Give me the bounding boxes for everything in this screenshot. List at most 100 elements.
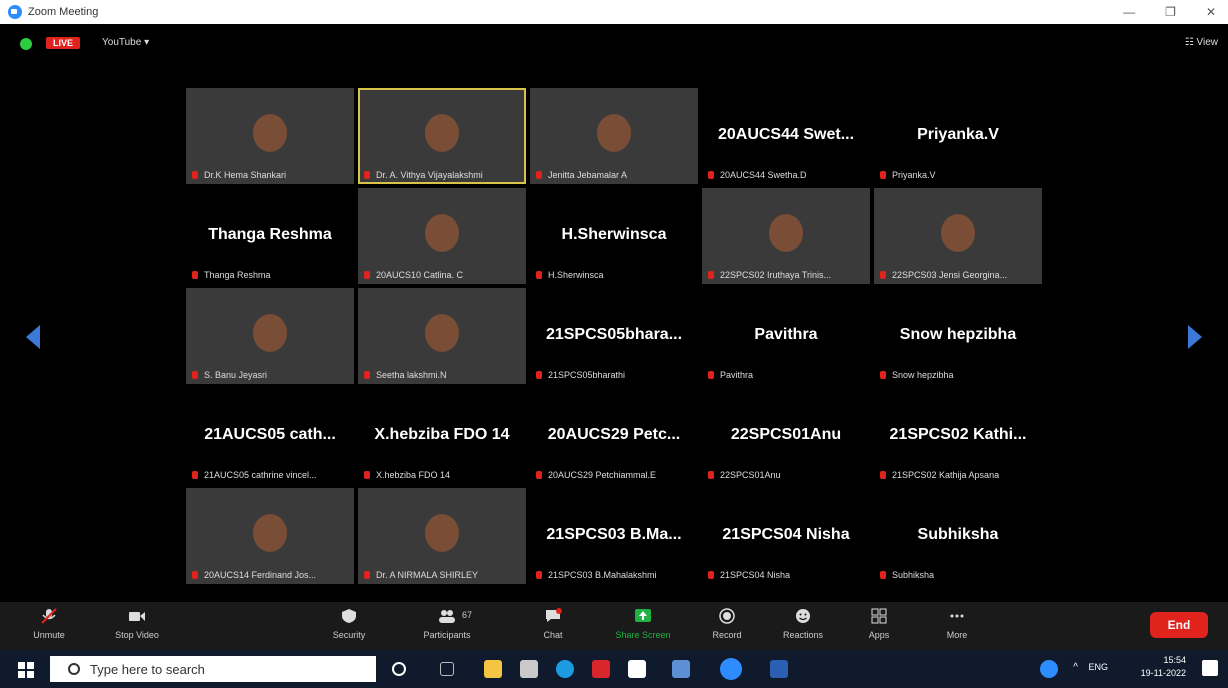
participant-name: 22SPCS03 Jensi Georgina... — [892, 270, 1008, 280]
taskbar-search-box[interactable]: Type here to search — [50, 656, 376, 682]
participant-tile[interactable]: X.hebziba FDO 14 X.hebziba FDO 14 — [358, 388, 526, 484]
more-button[interactable]: More — [922, 606, 992, 646]
zoom-taskbar-icon[interactable] — [720, 658, 742, 680]
muted-mic-icon — [536, 271, 542, 279]
apps-label: Apps — [868, 630, 890, 640]
participant-name: Pavithra — [720, 370, 754, 380]
participant-tile[interactable]: Thanga Reshma Thanga Reshma — [186, 188, 354, 284]
acrobat-icon[interactable] — [592, 660, 610, 678]
participant-display-name: H.Sherwinsca — [561, 226, 667, 243]
participant-tile[interactable]: Dr. A. Vithya Vijayalakshmi — [358, 88, 526, 184]
participant-tile[interactable]: Pavithra Pavithra — [702, 288, 870, 384]
participant-tile[interactable]: H.Sherwinsca H.Sherwinsca — [530, 188, 698, 284]
participant-name: Seetha lakshmi.N — [376, 370, 447, 380]
minimize-button[interactable]: — — [1123, 5, 1135, 19]
participant-tile[interactable]: Snow hepzibha Snow hepzibha — [874, 288, 1042, 384]
live-badge[interactable]: LIVE — [46, 37, 81, 49]
participant-tile[interactable]: 21SPCS05bhara... 21SPCS05bharathi — [530, 288, 698, 384]
participants-label: Participants — [423, 630, 471, 640]
participant-name-label: 21SPCS04 Nisha — [708, 570, 790, 580]
record-button[interactable]: Record — [692, 606, 762, 646]
security-button[interactable]: Security — [314, 606, 384, 646]
participant-tile[interactable]: 20AUCS29 Petc... 20AUCS29 Petchiammal.E — [530, 388, 698, 484]
participant-name-label: 22SPCS02 Iruthaya Trinis... — [708, 270, 831, 280]
next-page-arrow-icon[interactable] — [1188, 325, 1202, 349]
participant-tile[interactable]: Subhiksha Subhiksha — [874, 488, 1042, 584]
windows-start-icon[interactable] — [18, 662, 34, 678]
muted-mic-icon — [364, 171, 370, 179]
tray-expand-icon[interactable]: ^ — [1073, 662, 1078, 673]
participant-tile[interactable]: 21SPCS02 Kathi... 21SPCS02 Kathija Apsana — [874, 388, 1042, 484]
participant-name: H.Sherwinsca — [548, 270, 604, 280]
store-app-icon[interactable] — [520, 660, 538, 678]
participant-display-name: 21AUCS05 cath... — [204, 426, 336, 443]
participant-name: 21SPCS02 Kathija Apsana — [892, 470, 1000, 480]
participant-video — [425, 214, 459, 252]
participant-name-label: Subhiksha — [880, 570, 934, 580]
participant-name: 21SPCS04 Nisha — [720, 570, 791, 580]
participant-tile[interactable]: 20AUCS10 Catlina. C — [358, 188, 526, 284]
muted-mic-icon — [536, 371, 542, 379]
participant-display-name: 21SPCS02 Kathi... — [889, 426, 1027, 443]
muted-mic-icon — [708, 471, 714, 479]
participant-tile[interactable]: 20AUCS14 Ferdinand Jos... — [186, 488, 354, 584]
participant-name-label: 21SPCS03 B.Mahalakshmi — [536, 570, 657, 580]
participant-tile[interactable]: 22SPCS02 Iruthaya Trinis... — [702, 188, 870, 284]
participant-name-label: 21AUCS05 cathrine vincel... — [192, 470, 317, 480]
reactions-button[interactable]: Reactions — [768, 606, 838, 646]
participant-tile[interactable]: Dr.K Hema Shankari — [186, 88, 354, 184]
participant-tile[interactable]: 21AUCS05 cath... 21AUCS05 cathrine vincel… — [186, 388, 354, 484]
word-icon[interactable] — [770, 660, 788, 678]
participant-tile[interactable]: Jenitta Jebamalar A — [530, 88, 698, 184]
share-screen-button[interactable]: Share Screen — [608, 606, 678, 646]
taskbar-clock[interactable]: 15:54 19-11-2022 — [1141, 654, 1186, 680]
end-meeting-button[interactable]: End — [1150, 612, 1208, 638]
participant-display-name: 21SPCS03 B.Ma... — [546, 526, 682, 543]
participant-name-label: Dr. A NIRMALA SHIRLEY — [364, 570, 478, 580]
participant-tile[interactable]: 22SPCS01Anu 22SPCS01Anu — [702, 388, 870, 484]
share-screen-label: Share Screen — [615, 630, 671, 640]
apps-button[interactable]: Apps — [844, 606, 914, 646]
muted-mic-icon — [364, 271, 370, 279]
livestream-dropdown[interactable]: YouTube ▾ — [102, 37, 149, 48]
notification-icon[interactable] — [1202, 660, 1218, 676]
participant-tile[interactable]: 22SPCS03 Jensi Georgina... — [874, 188, 1042, 284]
muted-mic-icon — [192, 171, 198, 179]
muted-mic-icon — [708, 271, 714, 279]
restore-button[interactable]: ❐ — [1165, 5, 1176, 19]
participant-name-label: Jenitta Jebamalar A — [536, 170, 627, 180]
network-globe-icon[interactable] — [1040, 660, 1058, 678]
close-button[interactable]: ✕ — [1206, 5, 1216, 19]
task-view-icon[interactable] — [440, 662, 454, 676]
muted-mic-icon — [708, 171, 714, 179]
edge-browser-icon[interactable] — [556, 660, 574, 678]
participant-name-label: X.hebziba FDO 14 — [364, 470, 450, 480]
participant-name: 21SPCS03 B.Mahalakshmi — [548, 570, 657, 580]
cortana-icon[interactable] — [392, 662, 406, 676]
participant-tile[interactable]: 20AUCS44 Swet... 20AUCS44 Swetha.D — [702, 88, 870, 184]
unmute-button[interactable]: Unmute — [14, 606, 84, 646]
security-shield-icon[interactable] — [20, 38, 32, 50]
participant-video — [425, 114, 459, 152]
chat-button[interactable]: Chat — [518, 606, 588, 646]
muted-mic-icon — [192, 271, 198, 279]
notepad-icon[interactable] — [672, 660, 690, 678]
ms-store-icon[interactable] — [628, 660, 646, 678]
view-button[interactable]: ☷ View — [1185, 37, 1218, 48]
muted-mic-icon — [364, 371, 370, 379]
muted-mic-icon — [880, 471, 886, 479]
participant-tile[interactable]: Dr. A NIRMALA SHIRLEY — [358, 488, 526, 584]
participant-video — [253, 514, 287, 552]
participant-tile[interactable]: Seetha lakshmi.N — [358, 288, 526, 384]
file-explorer-icon[interactable] — [484, 660, 502, 678]
participant-tile[interactable]: S. Banu Jeyasri — [186, 288, 354, 384]
participant-display-name: Subhiksha — [917, 526, 999, 543]
participant-display-name: Thanga Reshma — [208, 226, 332, 243]
language-indicator[interactable]: ENG — [1088, 662, 1108, 672]
stop-video-button[interactable]: Stop Video — [102, 606, 172, 646]
participant-tile[interactable]: Priyanka.V Priyanka.V — [874, 88, 1042, 184]
participant-tile[interactable]: 21SPCS03 B.Ma... 21SPCS03 B.Mahalakshmi — [530, 488, 698, 584]
prev-page-arrow-icon[interactable] — [26, 325, 40, 349]
participants-button[interactable]: Participants 67 — [412, 606, 482, 646]
participant-tile[interactable]: 21SPCS04 Nisha 21SPCS04 Nisha — [702, 488, 870, 584]
